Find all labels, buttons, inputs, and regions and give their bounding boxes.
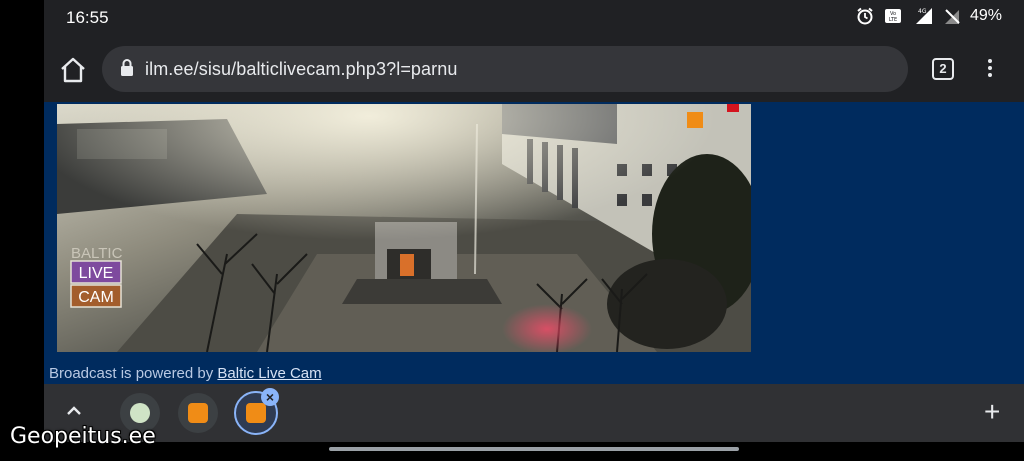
overflow-menu-icon[interactable] — [982, 56, 998, 82]
status-time: 16:55 — [66, 8, 109, 27]
lock-icon — [121, 59, 133, 76]
watermark: Geopeitus.ee — [10, 424, 156, 449]
signal-icon: 4G — [915, 8, 932, 24]
no-signal-icon — [944, 9, 960, 24]
new-tab-button[interactable]: + — [984, 398, 1000, 426]
svg-text:4G: 4G — [918, 8, 927, 15]
cam-logo-text-1: BALTIC — [71, 245, 123, 262]
battery-percent: 49% — [969, 7, 1002, 24]
home-icon[interactable] — [58, 55, 88, 85]
close-tab-icon[interactable]: × — [261, 388, 279, 406]
address-bar[interactable]: ilm.ee/sisu/balticlivecam.php3?l=parnu — [102, 46, 908, 92]
alarm-icon — [857, 7, 873, 25]
url-text[interactable]: ilm.ee/sisu/balticlivecam.php3?l=parnu — [145, 59, 457, 80]
powered-by-text: Broadcast is powered by Baltic Live Cam — [49, 365, 322, 382]
status-icons: Vo LTE 4G 49% — [856, 7, 1002, 25]
browser-toolbar: ilm.ee/sisu/balticlivecam.php3?l=parnu 2 — [44, 36, 1024, 102]
chevron-up-icon[interactable] — [64, 401, 84, 421]
webcam-favicon-icon — [188, 403, 208, 423]
status-bar: 16:55 Vo LTE 4G 49% — [44, 0, 1024, 36]
webcam-image: BALTIC LIVE CAM — [57, 104, 751, 352]
svg-text:LTE: LTE — [889, 17, 897, 23]
webcam-scene: BALTIC LIVE CAM — [57, 104, 751, 352]
cam-logo-text-2: LIVE — [79, 265, 114, 282]
cam-logo-text-3: CAM — [78, 289, 114, 306]
leaf-favicon-icon — [130, 403, 150, 423]
tab-strip: × + — [44, 384, 1024, 442]
tab-switcher-button[interactable]: 2 — [932, 58, 954, 80]
baltic-live-cam-link[interactable]: Baltic Live Cam — [217, 365, 321, 382]
left-black-bar — [0, 0, 44, 461]
webcam-favicon-icon-active — [246, 403, 266, 423]
system-nav-bar — [44, 442, 1024, 461]
volte-icon: Vo LTE — [884, 9, 901, 23]
web-page: BALTIC LIVE CAM Broadcast is powered by … — [44, 102, 1024, 384]
tab-favicon-2[interactable] — [178, 393, 218, 433]
gesture-handle[interactable] — [329, 447, 739, 451]
powered-by-label: Broadcast is powered by — [49, 365, 218, 382]
